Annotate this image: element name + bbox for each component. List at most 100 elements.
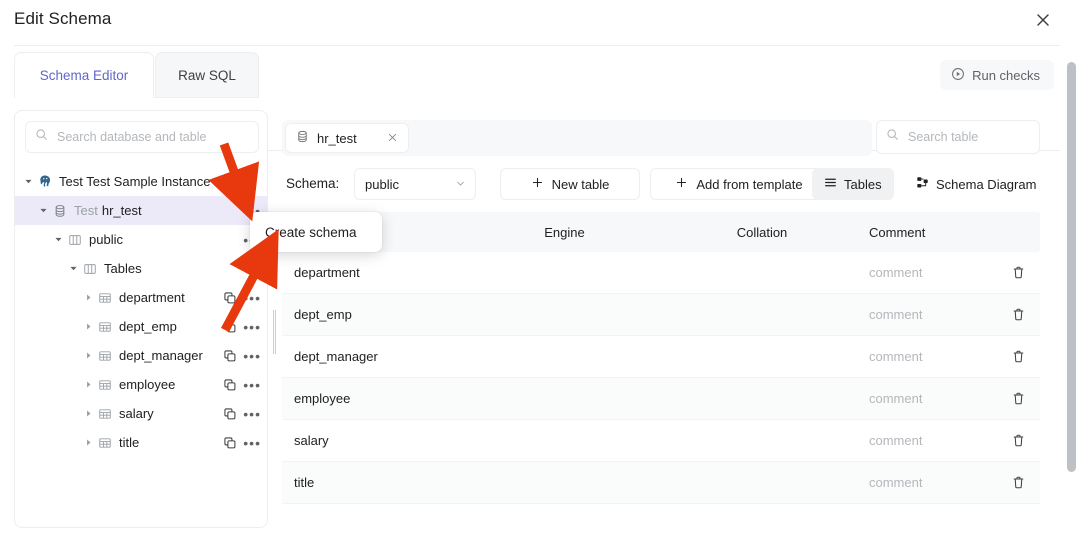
table-row[interactable]: department comment xyxy=(282,252,1040,294)
delete-row-button[interactable] xyxy=(997,349,1040,364)
table-row-comment[interactable]: comment xyxy=(857,307,997,322)
tree-item-dept-manager[interactable]: dept_manager••• xyxy=(15,341,268,370)
tab-raw-sql[interactable]: Raw SQL xyxy=(155,52,259,98)
copy-icon[interactable] xyxy=(223,378,237,392)
tree-item-label: title xyxy=(119,435,139,450)
caret-down-icon[interactable] xyxy=(66,262,80,276)
column-header-collation[interactable]: Collation xyxy=(667,225,857,240)
table-row[interactable]: dept_emp comment xyxy=(282,294,1040,336)
delete-row-button[interactable] xyxy=(997,265,1040,280)
delete-row-button[interactable] xyxy=(997,391,1040,406)
tree-item-name: hr_test xyxy=(102,203,142,218)
more-icon[interactable]: ••• xyxy=(243,349,261,363)
tree-item-test-test-sample-instance[interactable]: Test Test Sample Instance xyxy=(15,167,268,196)
tree-item-label: dept_emp xyxy=(119,319,177,334)
table-row-comment[interactable]: comment xyxy=(857,475,997,490)
table-icon xyxy=(97,377,113,393)
caret-right-icon[interactable] xyxy=(81,320,95,334)
tree-item-department[interactable]: department••• xyxy=(15,283,268,312)
tree-item-name: salary xyxy=(119,406,154,421)
copy-icon[interactable] xyxy=(223,349,237,363)
view-toggle-schema-diagram[interactable]: Schema Diagram xyxy=(904,168,1048,200)
table-row-comment[interactable]: comment xyxy=(857,349,997,364)
delete-row-button[interactable] xyxy=(997,433,1040,448)
tree-item-label: Test Test Sample Instance xyxy=(59,174,211,189)
search-table-box[interactable] xyxy=(876,120,1040,154)
table-header-row: NameEngineCollationComment xyxy=(282,212,1040,252)
caret-down-icon[interactable] xyxy=(21,175,35,189)
table-row[interactable]: employee comment xyxy=(282,378,1040,420)
tree-item-name: Test Test Sample Instance xyxy=(59,174,211,189)
run-checks-button[interactable]: Run checks xyxy=(940,60,1054,90)
close-icon[interactable] xyxy=(1030,7,1056,33)
table-row-name[interactable]: employee xyxy=(282,391,462,406)
tree-item-hr-test[interactable]: Testhr_test••• xyxy=(15,196,268,225)
schema-select[interactable]: public xyxy=(354,168,476,200)
tree-item-actions: ••• xyxy=(223,312,261,341)
table-row-name[interactable]: department xyxy=(282,265,462,280)
splitter-grip[interactable] xyxy=(273,310,276,354)
copy-icon[interactable] xyxy=(223,407,237,421)
table-row-name[interactable]: salary xyxy=(282,433,462,448)
delete-row-button[interactable] xyxy=(997,475,1040,490)
connection-chip-bar: hr_test xyxy=(282,120,872,156)
table-icon xyxy=(97,290,113,306)
search-database-input[interactable] xyxy=(55,129,245,145)
more-icon[interactable]: ••• xyxy=(243,378,261,392)
tree-item-public[interactable]: public••• xyxy=(15,225,268,254)
database-tree: Test Test Sample Instance Testhr_test•••p… xyxy=(15,167,268,457)
table-row-name[interactable]: title xyxy=(282,475,462,490)
panel-splitter[interactable] xyxy=(272,110,277,528)
more-icon[interactable]: ••• xyxy=(243,291,261,305)
tree-item-actions: ••• xyxy=(223,399,261,428)
table-row-comment[interactable]: comment xyxy=(857,265,997,280)
tree-item-tables[interactable]: Tables••• xyxy=(15,254,268,283)
view-toggle-tables[interactable]: Tables xyxy=(812,168,894,200)
more-icon[interactable]: ••• xyxy=(243,262,261,276)
search-table-input[interactable] xyxy=(906,129,1026,145)
search-database-box[interactable] xyxy=(25,121,259,153)
caret-right-icon[interactable] xyxy=(81,291,95,305)
caret-down-icon[interactable] xyxy=(51,233,65,247)
caret-right-icon[interactable] xyxy=(81,436,95,450)
dialog-scrollbar-thumb[interactable] xyxy=(1067,62,1076,472)
table-icon xyxy=(97,435,113,451)
postgres-elephant-icon xyxy=(37,174,53,190)
tree-item-employee[interactable]: employee••• xyxy=(15,370,268,399)
plus-icon xyxy=(531,176,544,192)
column-header-comment[interactable]: Comment xyxy=(857,225,997,240)
copy-icon[interactable] xyxy=(223,436,237,450)
caret-down-icon[interactable] xyxy=(36,204,50,218)
tree-item-salary[interactable]: salary ••• xyxy=(15,399,268,428)
caret-right-icon[interactable] xyxy=(81,378,95,392)
connection-chip-close-icon[interactable] xyxy=(387,131,398,146)
schema-editor-main: hr_test Schema: public xyxy=(282,110,1060,528)
connection-chip[interactable]: hr_test xyxy=(286,124,408,152)
tab-schema-editor[interactable]: Schema Editor xyxy=(14,52,154,98)
create-schema-menu-item[interactable]: Create schema xyxy=(250,212,382,252)
table-row[interactable]: dept_manager comment xyxy=(282,336,1040,378)
tables-list: NameEngineCollationComment department com… xyxy=(282,212,1040,504)
table-row-name[interactable]: dept_emp xyxy=(282,307,462,322)
caret-right-icon[interactable] xyxy=(81,349,95,363)
copy-icon[interactable] xyxy=(223,291,237,305)
table-row[interactable]: title comment xyxy=(282,462,1040,504)
more-icon[interactable]: ••• xyxy=(243,436,261,450)
tree-item-dept-emp[interactable]: dept_emp ••• xyxy=(15,312,268,341)
table-row[interactable]: salary comment xyxy=(282,420,1040,462)
add-from-template-button[interactable]: Add from template xyxy=(650,168,828,200)
table-row-comment[interactable]: comment xyxy=(857,391,997,406)
tree-item-actions: ••• xyxy=(243,254,261,283)
table-row-name[interactable]: dept_manager xyxy=(282,349,462,364)
caret-right-icon[interactable] xyxy=(81,407,95,421)
more-icon[interactable]: ••• xyxy=(243,407,261,421)
new-table-button[interactable]: New table xyxy=(500,168,640,200)
copy-icon[interactable] xyxy=(223,320,237,334)
more-icon[interactable]: ••• xyxy=(243,320,261,334)
column-header-engine[interactable]: Engine xyxy=(462,225,667,240)
search-icon xyxy=(886,128,899,146)
delete-row-button[interactable] xyxy=(997,307,1040,322)
table-row-comment[interactable]: comment xyxy=(857,433,997,448)
tree-item-title[interactable]: title ••• xyxy=(15,428,268,457)
table-icon xyxy=(97,319,113,335)
